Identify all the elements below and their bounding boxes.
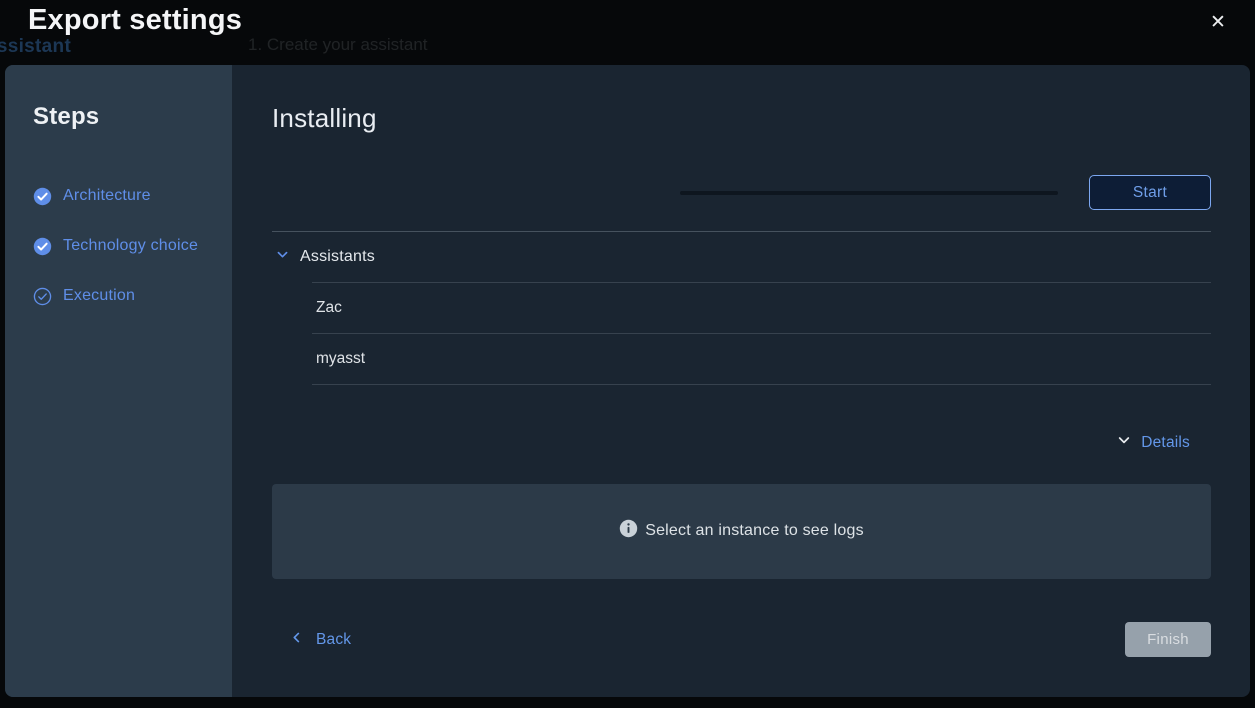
info-icon <box>619 519 638 543</box>
step-technology-choice[interactable]: Technology choice <box>33 221 212 271</box>
assistants-header-label: Assistants <box>300 248 375 266</box>
back-button[interactable]: Back <box>272 630 351 650</box>
details-toggle[interactable]: Details <box>1116 429 1211 457</box>
assistant-name: Zac <box>316 299 342 317</box>
steps-heading: Steps <box>33 103 212 131</box>
dialog-title: Export settings <box>28 4 242 37</box>
assistants-section-toggle[interactable]: Assistants <box>272 232 1211 282</box>
step-architecture[interactable]: Architecture <box>33 171 212 221</box>
check-circle-filled-icon <box>33 237 52 256</box>
start-button[interactable]: Start <box>1089 175 1211 210</box>
finish-button[interactable]: Finish <box>1125 622 1211 657</box>
info-message: Select an instance to see logs <box>645 522 864 540</box>
steps-list: Architecture Technology choice <box>33 171 212 321</box>
page-title: Installing <box>272 103 1211 133</box>
logs-info-panel: Select an instance to see logs <box>272 484 1211 579</box>
step-label: Architecture <box>63 187 151 205</box>
step-label: Technology choice <box>63 237 198 255</box>
chevron-down-icon <box>275 247 290 267</box>
assistant-row-zac[interactable]: Zac <box>312 283 1211 334</box>
steps-sidebar: Steps Architecture Technol <box>5 65 232 697</box>
assistant-name: myasst <box>316 350 365 368</box>
actions-row: Back Finish <box>272 622 1211 657</box>
chevron-down-icon <box>1116 432 1132 453</box>
assistants-list: Zac myasst <box>312 282 1211 385</box>
details-row: Details <box>272 429 1211 457</box>
close-icon[interactable]: ✕ <box>1203 8 1233 38</box>
assistant-row-myasst[interactable]: myasst <box>312 334 1211 385</box>
export-settings-modal: Steps Architecture Technol <box>5 65 1250 697</box>
progress-row: Start <box>272 175 1211 210</box>
dialog-header: Export settings ✕ <box>0 0 1255 65</box>
chevron-left-icon <box>289 630 304 650</box>
step-label: Execution <box>63 287 135 305</box>
details-label: Details <box>1141 434 1190 452</box>
step-execution[interactable]: Execution <box>33 271 212 321</box>
main-panel: Installing Start Assistants Zac myasst <box>232 65 1250 697</box>
back-label: Back <box>316 631 351 649</box>
check-circle-outline-icon <box>33 287 52 306</box>
check-circle-filled-icon <box>33 187 52 206</box>
progress-bar <box>680 191 1058 195</box>
